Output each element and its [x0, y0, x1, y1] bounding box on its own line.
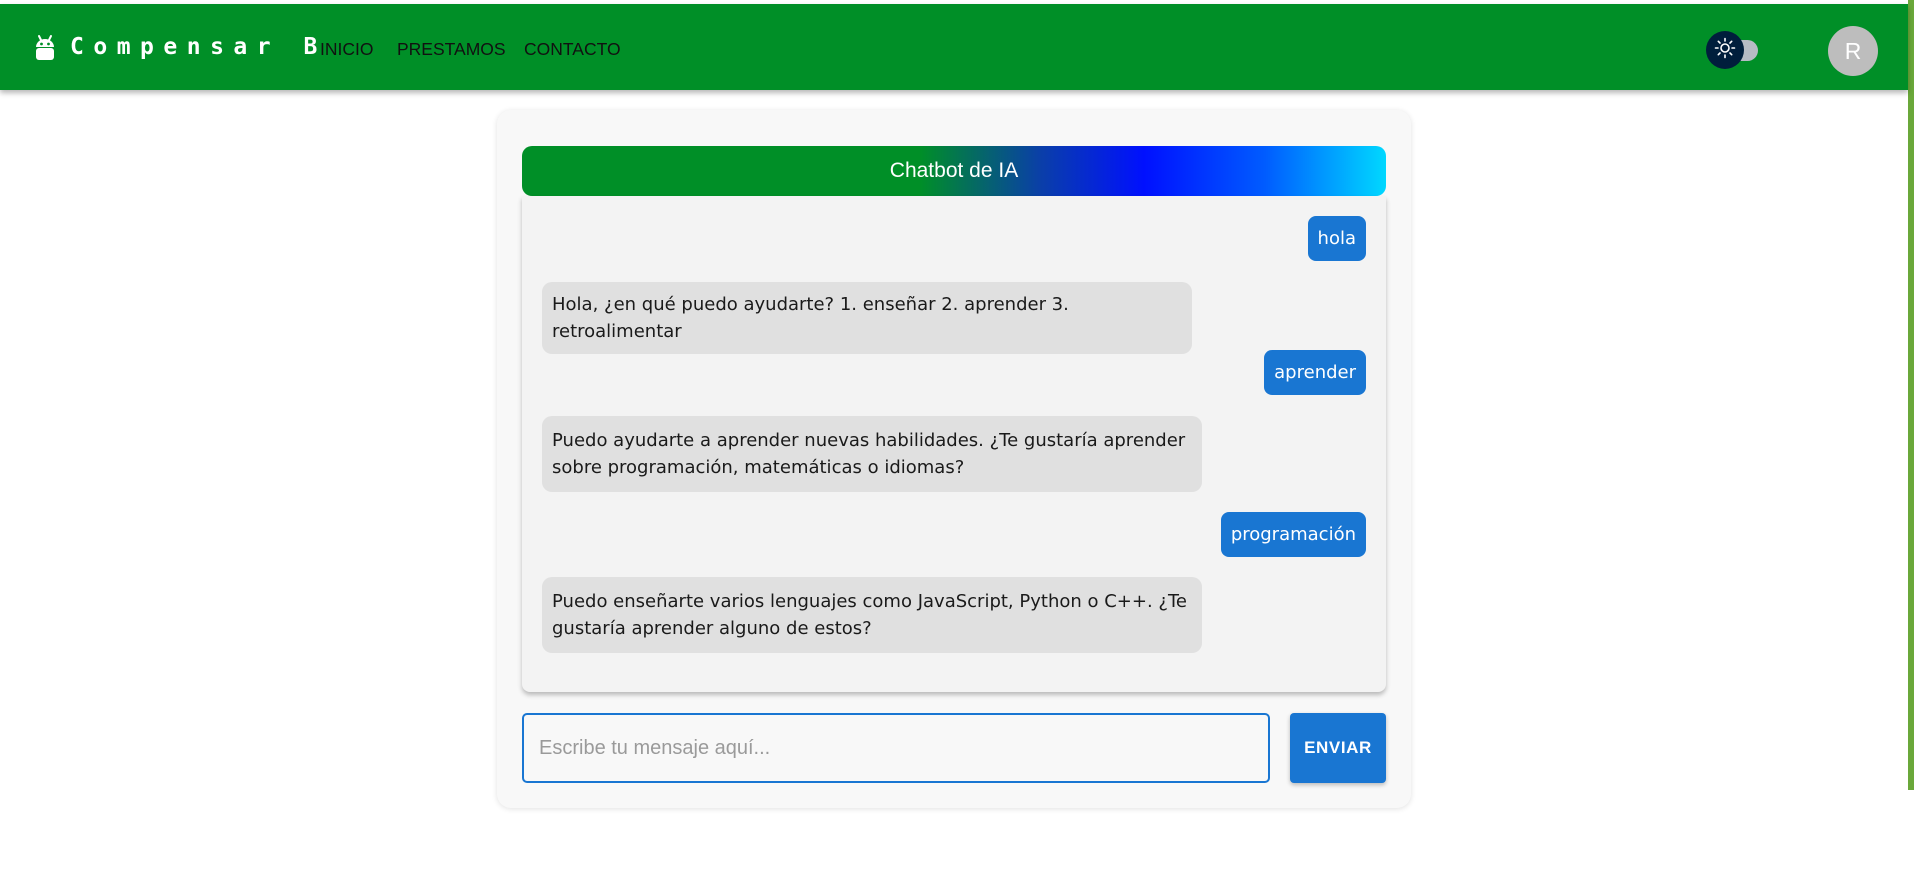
avatar[interactable]: R: [1828, 26, 1878, 76]
messages-panel[interactable]: hola Hola, ¿en qué puedo ayudarte? 1. en…: [522, 196, 1386, 692]
bot-message: Puedo ayudarte a aprender nuevas habilid…: [542, 416, 1202, 492]
theme-toggle[interactable]: [1706, 31, 1770, 69]
message-input-wrapper: [522, 713, 1270, 783]
nav-inicio[interactable]: INICIO: [320, 39, 373, 60]
brand-name[interactable]: Compensar B: [70, 34, 327, 60]
user-message: programación: [1220, 512, 1366, 557]
send-button[interactable]: ENVIAR: [1290, 713, 1386, 783]
sun-icon: [1714, 37, 1736, 64]
app-bar: Compensar B INICIO PRESTAMOS CONTACTO R: [0, 4, 1908, 90]
toggle-thumb: [1706, 31, 1744, 69]
nav-prestamos[interactable]: PRESTAMOS: [397, 39, 506, 60]
android-icon: [34, 34, 56, 62]
page-edge: [1908, 0, 1914, 790]
chat-title: Chatbot de IA: [522, 146, 1386, 196]
bot-message: Hola, ¿en qué puedo ayudarte? 1. enseñar…: [542, 282, 1192, 354]
user-message: hola: [1307, 216, 1366, 261]
user-message: aprender: [1264, 350, 1366, 395]
message-input[interactable]: [524, 715, 1268, 781]
bot-message: Puedo enseñarte varios lenguajes como Ja…: [542, 577, 1202, 653]
nav-contacto[interactable]: CONTACTO: [524, 39, 621, 60]
chat-card: Chatbot de IA hola Hola, ¿en qué puedo a…: [497, 110, 1411, 808]
